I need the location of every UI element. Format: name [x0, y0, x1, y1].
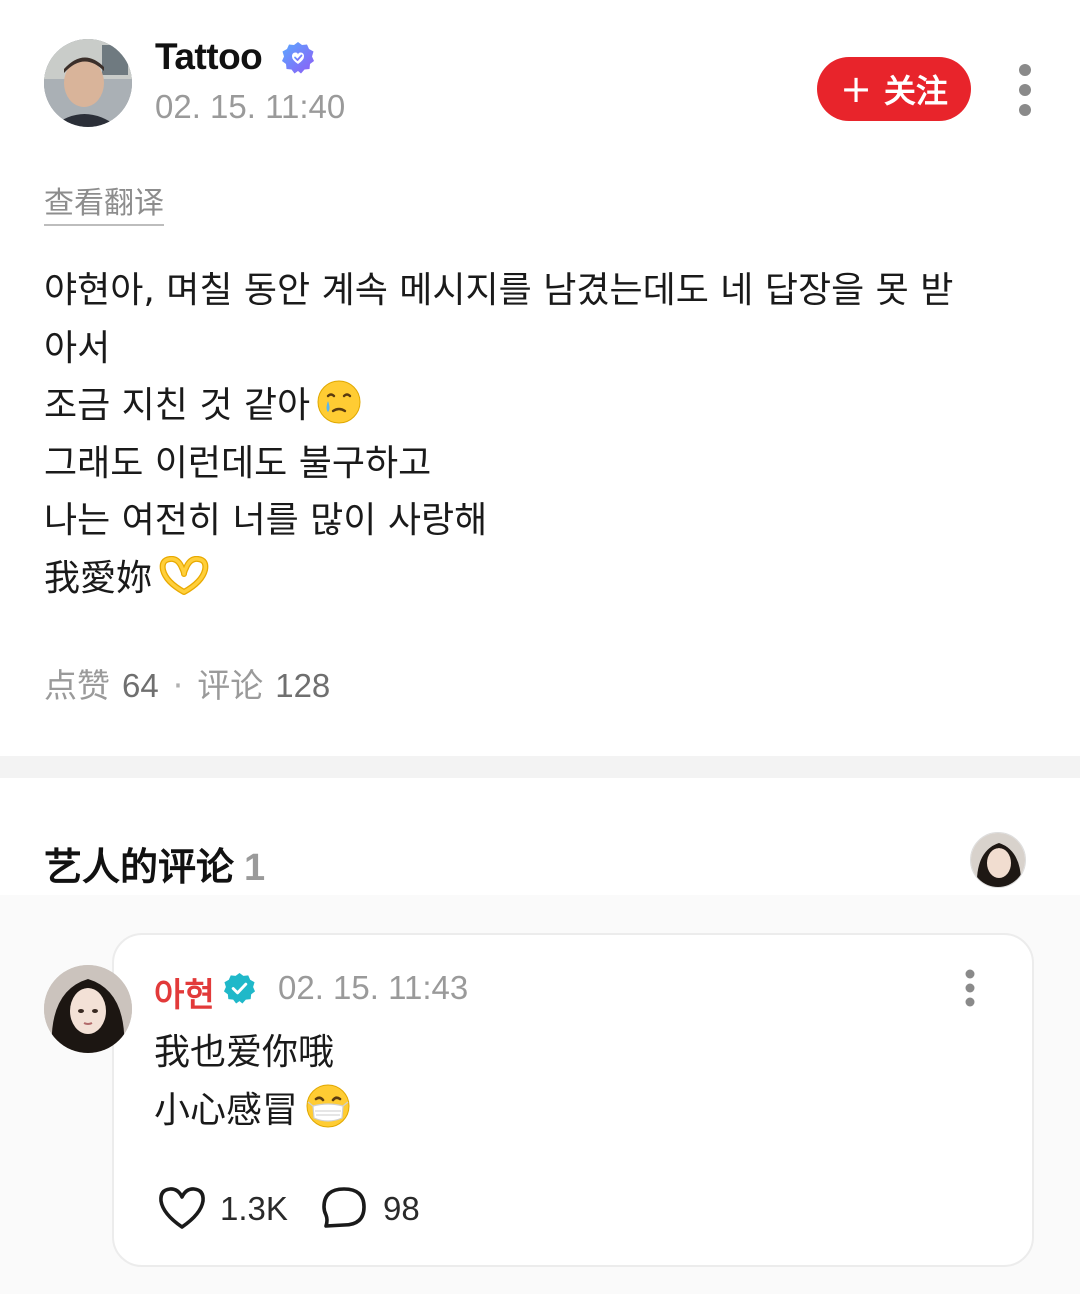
- post-line-with-emoji: 我愛妳: [44, 550, 1034, 608]
- likes-label: 点赞: [44, 666, 110, 705]
- follow-button[interactable]: + 关注: [817, 57, 971, 121]
- more-vertical-icon[interactable]: [958, 968, 982, 1008]
- comment-line: 我也爱你哦: [154, 1032, 335, 1073]
- artist-comments-title-text: 艺人的评论: [44, 845, 235, 889]
- post-line-text: 我愛妳: [44, 557, 153, 599]
- commenter-name[interactable]: 아현: [154, 968, 215, 1016]
- post-line: 야현아, 며칠 동안 계속 메시지를 남겼는데도 네 답장을 못 받: [44, 270, 954, 311]
- verified-badge-icon: [282, 42, 314, 74]
- verified-badge-icon: [223, 972, 256, 1004]
- sad-tear-emoji-icon: [317, 380, 361, 424]
- comments-label: 评论: [197, 666, 264, 705]
- artist-avatar-small[interactable]: [970, 832, 1026, 888]
- separator-dot: ·: [172, 666, 184, 705]
- post-line-text: 조금 지친 것 같아: [44, 385, 311, 426]
- comment-bubble-icon[interactable]: [320, 1185, 368, 1231]
- plus-icon: +: [840, 67, 872, 111]
- comment-timestamp: 02. 15. 11:43: [278, 969, 469, 1006]
- comments-count: 128: [275, 667, 331, 704]
- heart-hands-emoji-icon: [159, 555, 209, 595]
- post-body: 야현아, 며칠 동안 계속 메시지를 남겼는데도 네 답장을 못 받 아서 조금…: [44, 262, 1034, 607]
- comment-body: 我也爱你哦 小心感冒: [154, 1024, 352, 1139]
- mask-emoji-icon: [306, 1084, 350, 1127]
- post-stats: 点赞 64 · 评论 128: [44, 659, 330, 707]
- comment-line-text: 小心感冒: [154, 1089, 299, 1131]
- view-translation-link[interactable]: 查看翻译: [44, 178, 164, 226]
- commenter-avatar[interactable]: [44, 965, 132, 1053]
- author-avatar[interactable]: [44, 39, 132, 127]
- author-name[interactable]: Tattoo: [155, 36, 263, 78]
- post-line-with-emoji: 조금 지친 것 같아: [44, 377, 1034, 435]
- post-timestamp: 02. 15. 11:40: [155, 88, 346, 125]
- comment-like-count: 1.3K: [220, 1190, 288, 1227]
- comment-reply-count: 98: [383, 1190, 420, 1227]
- heart-icon[interactable]: [157, 1185, 207, 1231]
- artist-comments-title: 艺人的评论 1: [44, 836, 265, 891]
- post-line: 그래도 이런데도 불구하고: [44, 442, 432, 484]
- likes-count: 64: [122, 667, 159, 704]
- post-line: 나는 여전히 너를 많이 사랑해: [44, 500, 488, 541]
- comment-line-with-emoji: 小心感冒: [154, 1082, 352, 1140]
- artist-comments-count: 1: [244, 847, 266, 889]
- more-vertical-icon[interactable]: [1010, 62, 1040, 118]
- follow-label: 关注: [883, 72, 948, 110]
- post-line: 아서: [44, 327, 111, 369]
- section-divider: [0, 756, 1080, 778]
